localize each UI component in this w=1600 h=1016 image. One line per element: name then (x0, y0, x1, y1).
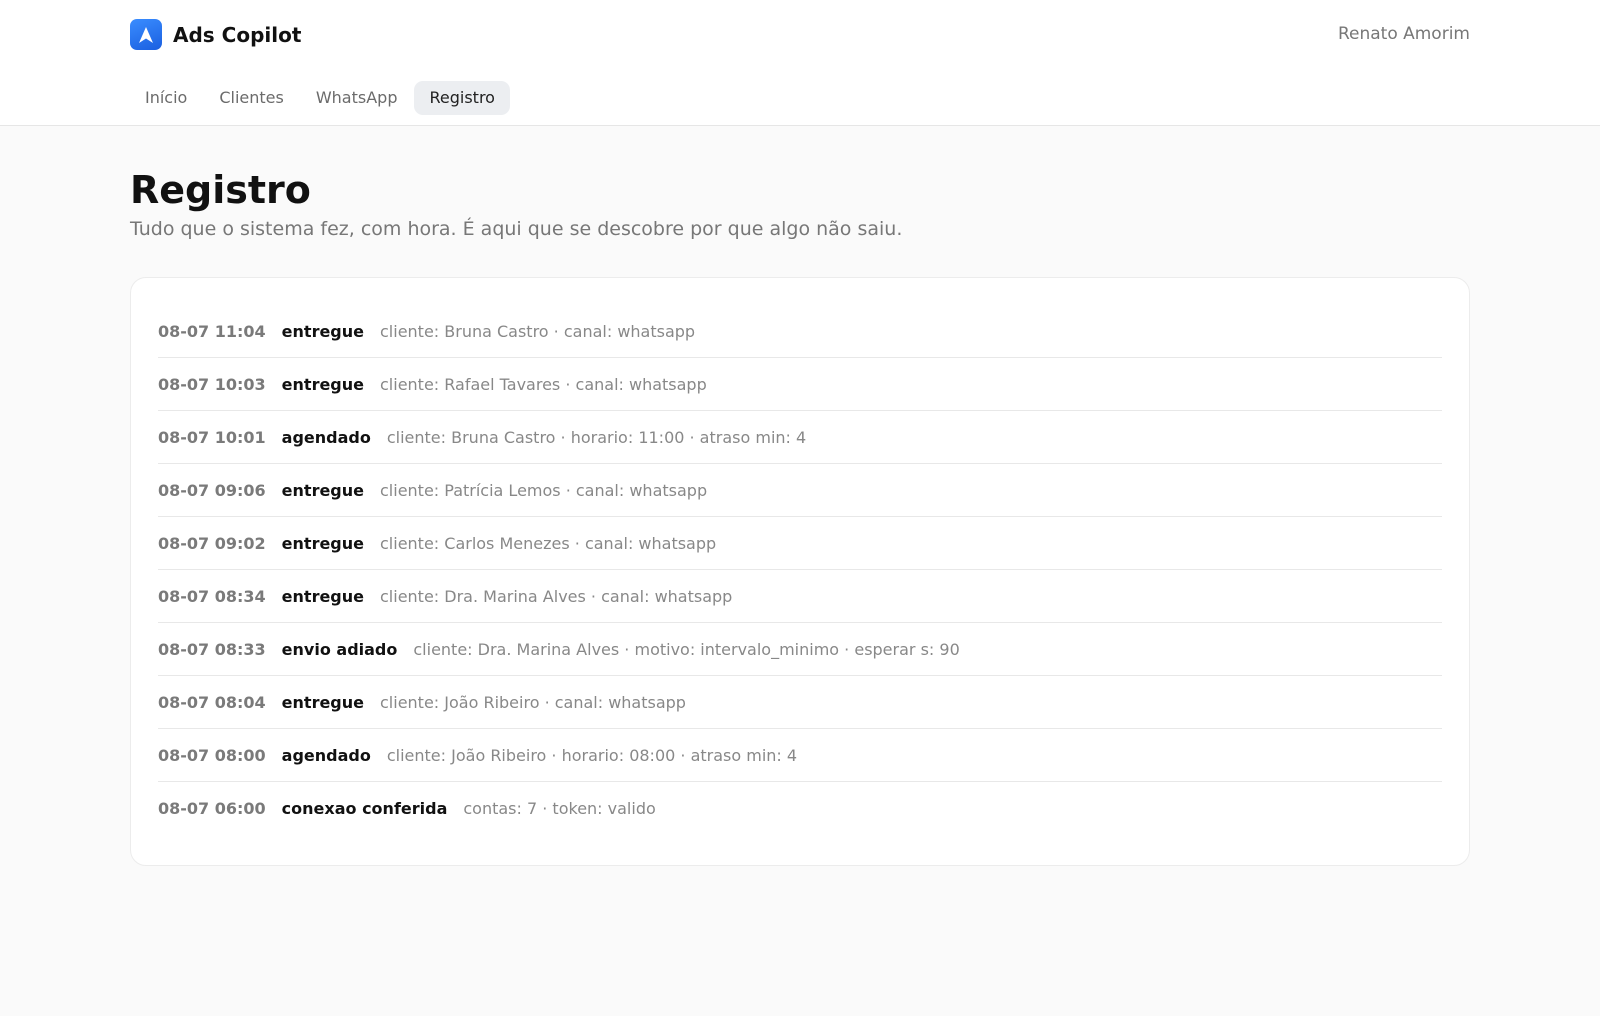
log-details: cliente: Rafael Tavares · canal: whatsap… (380, 374, 707, 394)
tab-clientes[interactable]: Clientes (204, 81, 299, 115)
log-details: cliente: Carlos Menezes · canal: whatsap… (380, 533, 717, 553)
log-row: 08-07 08:00 agendado cliente: João Ribei… (158, 729, 1442, 782)
log-card: 08-07 11:04 entregue cliente: Bruna Cast… (130, 277, 1470, 866)
log-event: envio adiado (281, 639, 398, 659)
log-time: 08-07 10:03 (158, 374, 266, 394)
page-subtitle: Tudo que o sistema fez, com hora. É aqui… (130, 218, 903, 240)
log-row: 08-07 10:03 entregue cliente: Rafael Tav… (158, 358, 1442, 411)
log-row: 08-07 11:04 entregue cliente: Bruna Cast… (158, 305, 1442, 358)
log-row: 08-07 08:33 envio adiado cliente: Dra. M… (158, 623, 1442, 676)
log-event: entregue (281, 480, 364, 500)
log-time: 08-07 08:34 (158, 586, 266, 606)
main-nav: Início Clientes WhatsApp Registro (130, 81, 512, 115)
log-details: cliente: Patrícia Lemos · canal: whatsap… (380, 480, 708, 500)
log-row: 08-07 09:02 entregue cliente: Carlos Men… (158, 517, 1442, 570)
log-row: 08-07 09:06 entregue cliente: Patrícia L… (158, 464, 1442, 517)
main-content: Registro Tudo que o sistema fez, com hor… (130, 126, 1470, 866)
log-event: entregue (281, 586, 364, 606)
log-event: agendado (281, 427, 371, 447)
log-time: 08-07 06:00 (158, 799, 266, 818)
log-event: entregue (281, 321, 364, 341)
log-details: cliente: Bruna Castro · horario: 11:00 ·… (386, 427, 807, 447)
arrow-up-icon (130, 19, 162, 50)
tab-whatsapp[interactable]: WhatsApp (301, 81, 413, 115)
log-time: 08-07 08:33 (158, 639, 266, 659)
log-details: cliente: João Ribeiro · canal: whatsapp (380, 692, 686, 712)
tab-inicio[interactable]: Início (130, 81, 202, 115)
log-time: 08-07 09:02 (158, 533, 266, 553)
log-row: 08-07 08:04 entregue cliente: João Ribei… (158, 676, 1442, 729)
brand[interactable]: Ads Copilot (130, 19, 301, 50)
tab-registro[interactable]: Registro (414, 81, 510, 115)
log-row: 08-07 10:01 agendado cliente: Bruna Cast… (158, 411, 1442, 464)
log-row: 08-07 06:00 conexao conferida contas: 7 … (158, 782, 1442, 835)
log-event: agendado (281, 745, 371, 765)
log-details: cliente: Bruna Castro · canal: whatsapp (380, 321, 696, 341)
log-time: 08-07 09:06 (158, 480, 266, 500)
log-time: 08-07 10:01 (158, 427, 266, 447)
brand-name: Ads Copilot (173, 22, 302, 47)
log-details: cliente: Dra. Marina Alves · motivo: int… (413, 639, 960, 659)
user-name[interactable]: Renato Amorim (1338, 24, 1470, 44)
log-details: contas: 7 · token: valido (463, 799, 656, 818)
log-details: cliente: João Ribeiro · horario: 08:00 ·… (386, 745, 798, 765)
log-time: 08-07 11:04 (158, 321, 266, 341)
log-row: 08-07 08:34 entregue cliente: Dra. Marin… (158, 570, 1442, 623)
log-time: 08-07 08:00 (158, 745, 266, 765)
page-title: Registro (130, 168, 311, 212)
top-header: Ads Copilot Renato Amorim Início Cliente… (0, 0, 1600, 126)
log-details: cliente: Dra. Marina Alves · canal: what… (380, 586, 733, 606)
log-event: entregue (281, 533, 364, 553)
log-time: 08-07 08:04 (158, 692, 266, 712)
log-event: entregue (281, 374, 364, 394)
log-event: conexao conferida (281, 799, 448, 818)
log-event: entregue (281, 692, 364, 712)
